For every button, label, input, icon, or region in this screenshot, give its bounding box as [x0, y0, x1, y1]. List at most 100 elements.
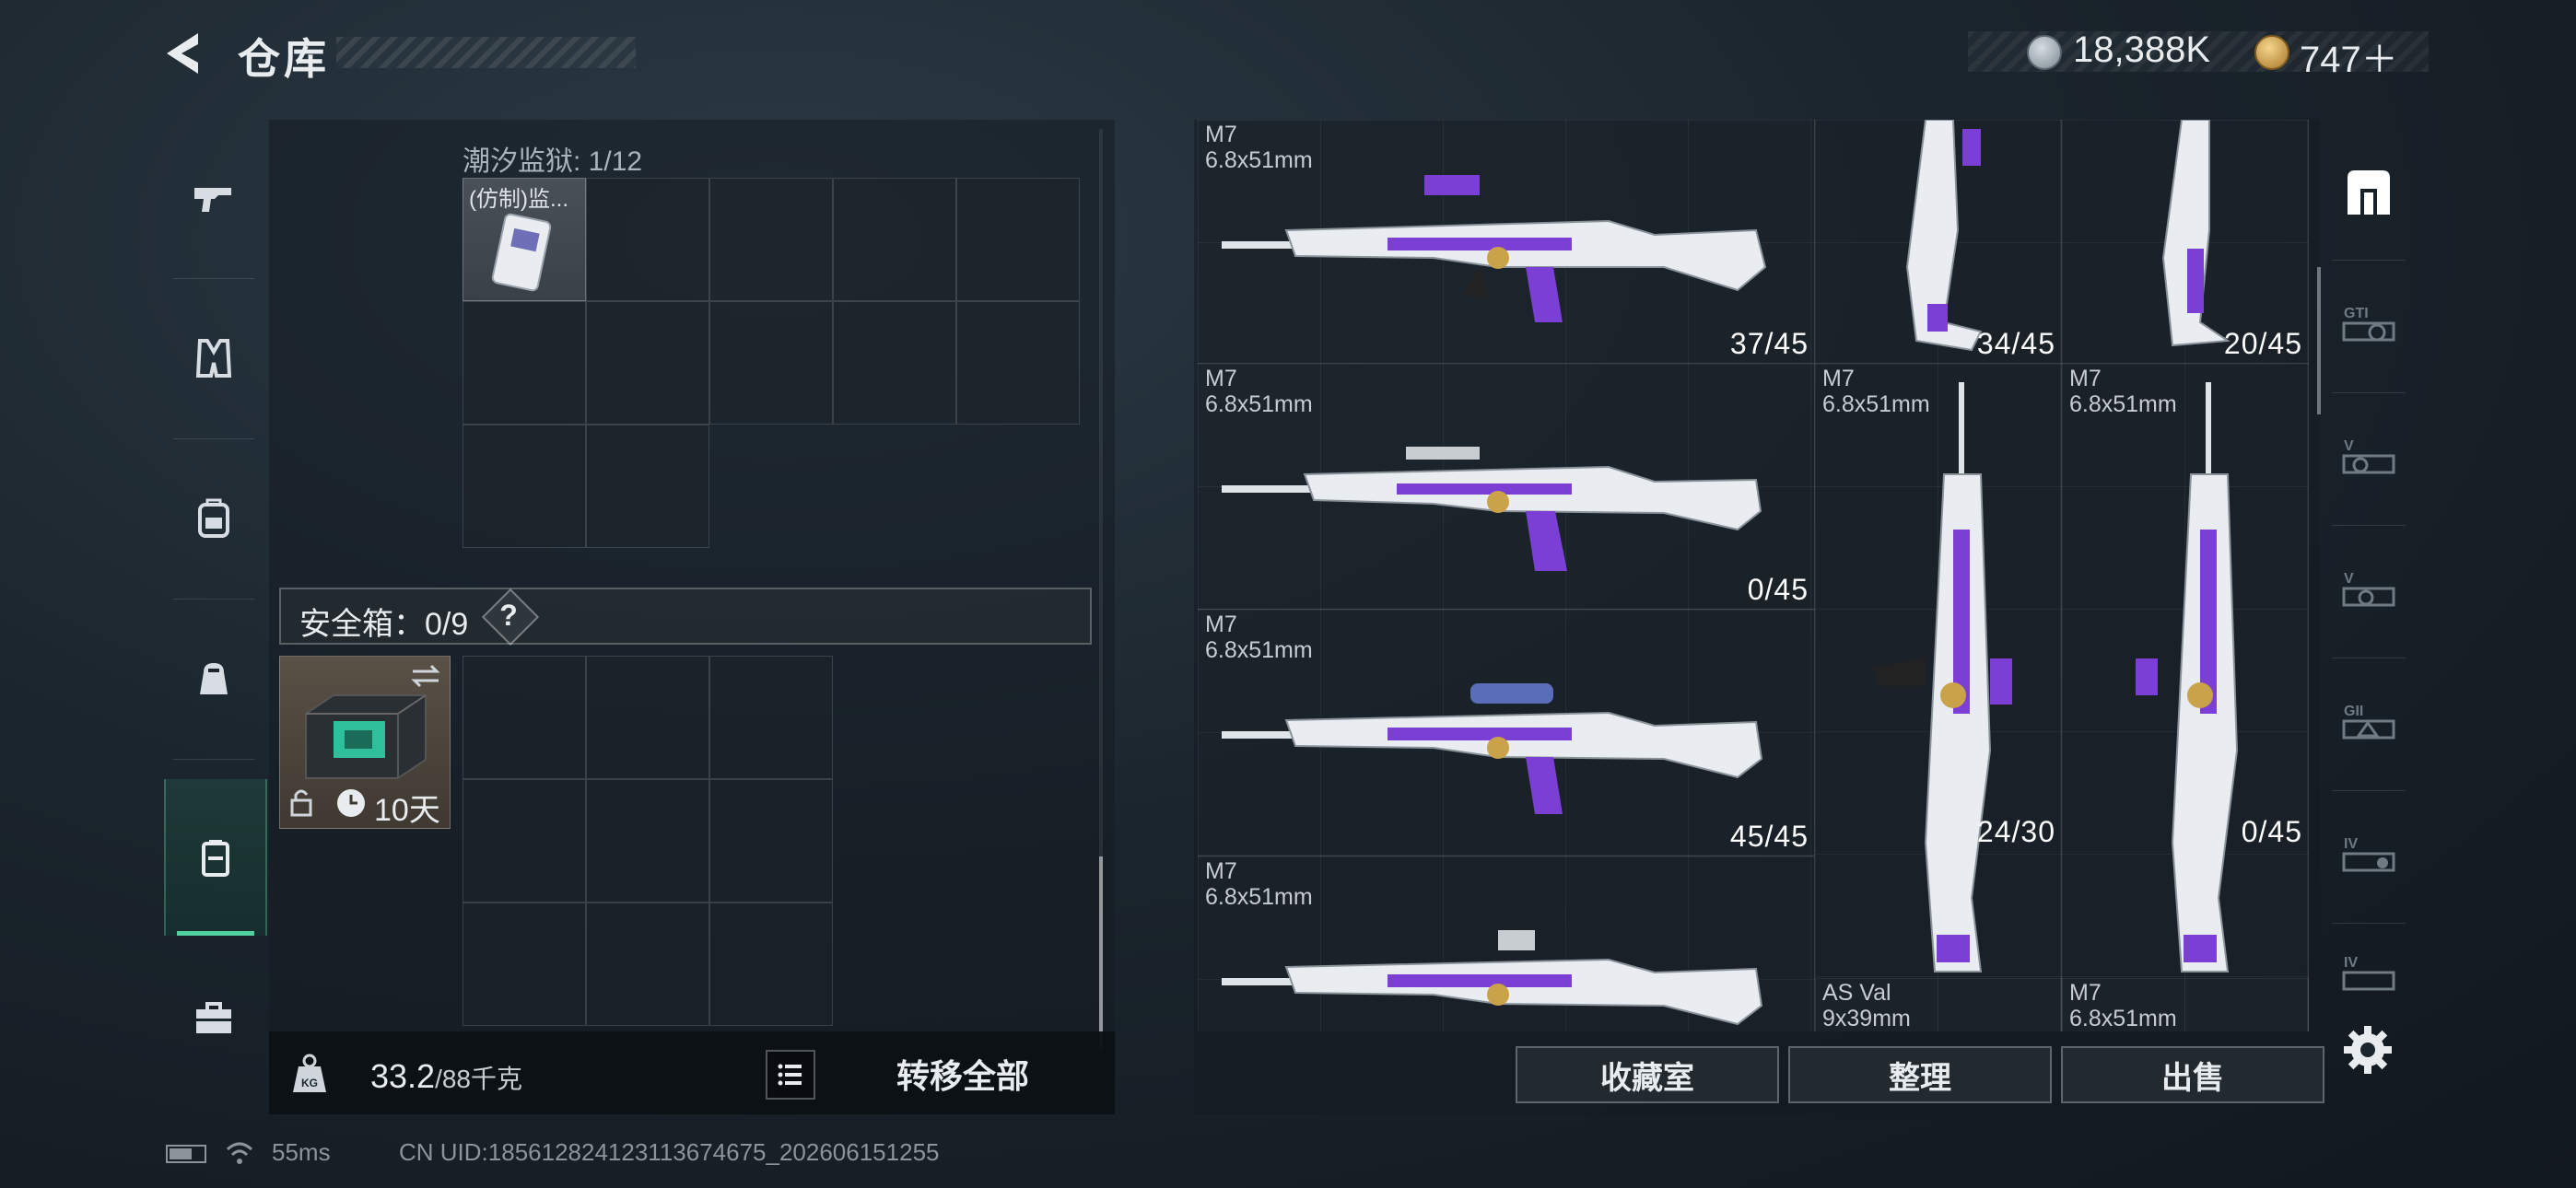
clock-icon — [337, 789, 365, 817]
swap-icon[interactable] — [409, 662, 442, 690]
weapon-tile[interactable]: M7 6.8x51mm — [1198, 856, 1815, 1031]
weapon-tile[interactable]: AS Val 9x39mm — [1815, 978, 2062, 1031]
back-arrow-icon[interactable] — [161, 29, 207, 77]
gold-coin-icon — [2254, 35, 2289, 70]
rifle-icon — [1222, 447, 1762, 571]
rail-item-backpack[interactable] — [164, 440, 263, 597]
weapon-scrollbar[interactable] — [2317, 267, 2321, 414]
weapon-tile[interactable]: M7 6.8x51mm 37/45 — [1198, 120, 1815, 364]
silver-coin-icon — [2027, 35, 2062, 70]
tab-gti[interactable]: GTI — [2324, 262, 2413, 390]
sell-button[interactable]: 出售 — [2061, 1046, 2324, 1103]
currency-gold-amount[interactable]: 747＋ — [2300, 29, 2398, 83]
sort-button[interactable]: 整理 — [1788, 1046, 2052, 1103]
grid-cell[interactable] — [586, 301, 709, 425]
rifle-icon — [1222, 683, 1763, 814]
rail-item-toolbox[interactable] — [164, 939, 263, 1096]
carry-weight: 33.2/88千克 — [370, 1057, 522, 1096]
svg-text:IV: IV — [2344, 955, 2358, 971]
svg-text:GII: GII — [2344, 704, 2363, 719]
v2-icon: V — [2342, 571, 2395, 607]
rail-item-vest[interactable] — [164, 280, 263, 437]
weapon-name: M7 — [1205, 122, 1237, 147]
weapon-tile[interactable]: 20/45 — [2062, 120, 2309, 364]
weapon-durability: 45/45 — [1729, 820, 1809, 853]
container-label: 潮汐监狱: 1/12 — [463, 146, 643, 177]
grid-cell[interactable] — [463, 656, 586, 779]
weapon-tile[interactable]: M7 6.8x51mm 24/30 — [1815, 364, 2062, 1031]
tab-iv[interactable]: IV — [2324, 792, 2413, 921]
weapon-durability: 24/30 — [1976, 815, 2055, 848]
weapon-durability: 34/45 — [1976, 327, 2055, 360]
weapon-name: M7 — [1205, 858, 1237, 884]
rail-item-safebox[interactable] — [164, 779, 267, 936]
expiry-days: 10天 — [374, 793, 440, 828]
grid-cell[interactable] — [833, 178, 956, 301]
transfer-all-button[interactable]: 转移全部 — [829, 1041, 1096, 1107]
grid-cell[interactable] — [709, 301, 833, 425]
grid-cell[interactable] — [833, 301, 956, 425]
rifle-icon — [1905, 120, 1983, 352]
collection-room-button[interactable]: 收藏室 — [1516, 1046, 1779, 1103]
user-uid: CN UID:1856128241231136746​75_2026061512… — [399, 1138, 940, 1166]
iv-icon: IV — [2342, 836, 2395, 872]
grid-cell[interactable] — [709, 779, 833, 903]
grid-cell[interactable] — [463, 903, 586, 1026]
list-view-button[interactable] — [766, 1050, 815, 1100]
battery-level — [170, 1148, 192, 1159]
gii-icon: GII — [2342, 704, 2395, 740]
svg-text:V: V — [2344, 438, 2354, 454]
wifi-icon — [226, 1142, 253, 1164]
weapon-name: M7 — [2069, 980, 2102, 1006]
help-icon[interactable]: ? — [498, 599, 520, 633]
page-title: 仓库 — [238, 35, 330, 83]
weapon-name: M7 — [1205, 611, 1237, 637]
tab-storage[interactable] — [2324, 129, 2413, 258]
inventory-item-card[interactable]: (仿制)监... — [463, 178, 586, 301]
keycard-icon — [491, 213, 552, 292]
storage-tab-rail: GTI V V GII IV IV — [2324, 129, 2413, 1031]
weapon-durability: 0/45 — [2241, 815, 2302, 848]
gti-icon: GTI — [2342, 306, 2395, 342]
tab-v2[interactable]: V — [2324, 527, 2413, 656]
weapon-tile[interactable]: M7 6.8x51mm 0/45 — [2062, 364, 2309, 1031]
weapon-tile[interactable]: M7 6.8x51mm 45/45 — [1198, 610, 1815, 856]
rifle-icon — [2136, 382, 2239, 973]
v-icon: V — [2342, 438, 2395, 474]
category-rail — [164, 120, 267, 1114]
grid-cell[interactable] — [586, 425, 709, 548]
inventory-scroll-thumb[interactable] — [1099, 856, 1103, 1031]
grid-cell[interactable] — [956, 178, 1080, 301]
grid-cell[interactable] — [586, 779, 709, 903]
grid-cell[interactable] — [463, 425, 586, 548]
weapon-tile[interactable]: M7 6.8x51mm — [2062, 978, 2309, 1031]
weapon-tile[interactable]: M7 6.8x51mm 0/45 — [1198, 364, 1815, 610]
weapon-name: AS Val — [1822, 980, 1891, 1006]
grid-cell[interactable] — [956, 301, 1080, 425]
tab-v[interactable]: V — [2324, 394, 2413, 523]
tab-iv2[interactable]: IV — [2324, 925, 2413, 1026]
grid-cell[interactable] — [709, 656, 833, 779]
weapon-tile[interactable]: 34/45 — [1815, 120, 2062, 364]
currency-silver-amount[interactable]: 18,388K — [2073, 29, 2210, 71]
weapon-name: M7 — [1205, 366, 1237, 391]
grid-cell[interactable] — [463, 779, 586, 903]
svg-text:KG: KG — [301, 1077, 318, 1089]
grid-cell[interactable] — [586, 656, 709, 779]
storage-icon — [2348, 170, 2390, 215]
weight-icon: KG — [293, 1054, 326, 1092]
item-name: (仿制)监... — [469, 187, 568, 212]
backpack-icon — [198, 498, 229, 538]
rail-item-pistol[interactable] — [164, 120, 263, 276]
grid-cell[interactable] — [709, 903, 833, 1026]
grid-cell[interactable] — [586, 903, 709, 1026]
rail-item-pouch[interactable] — [164, 600, 263, 757]
weapon-durability: 0/45 — [1747, 573, 1809, 606]
settings-gear-icon[interactable] — [2340, 1022, 2395, 1077]
grid-cell[interactable] — [463, 301, 586, 425]
active-indicator — [177, 931, 254, 936]
grid-cell[interactable] — [586, 178, 709, 301]
tab-gii[interactable]: GII — [2324, 659, 2413, 788]
safebox-icon — [202, 840, 229, 877]
grid-cell[interactable] — [709, 178, 833, 301]
